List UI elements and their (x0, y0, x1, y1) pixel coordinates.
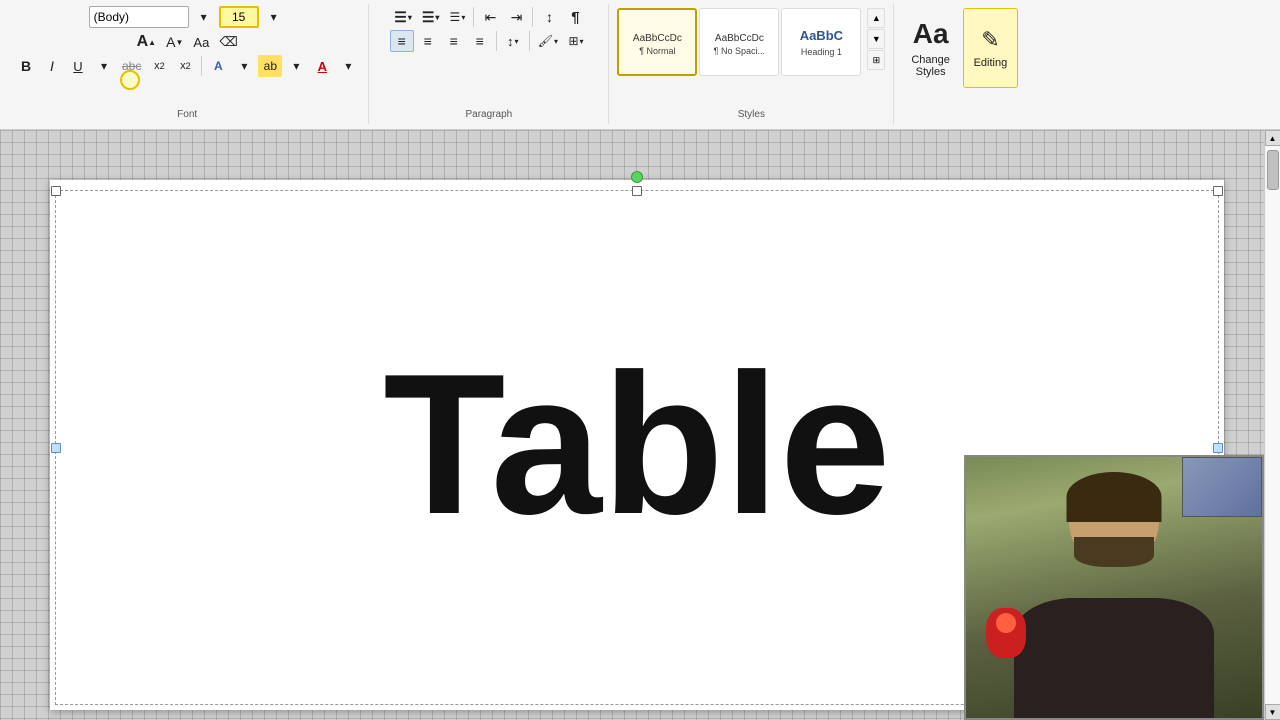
font-top-row: ▾ ▾ (89, 6, 286, 28)
clear-formatting-button[interactable]: ⌫ (215, 31, 241, 53)
elmo-face (996, 613, 1016, 633)
para-sep4 (529, 31, 530, 51)
text-effects-button[interactable]: A (206, 55, 230, 77)
font-name-input[interactable] (89, 6, 189, 28)
style-heading1-preview: AaBbC (800, 27, 843, 45)
bullets-button[interactable]: ☰▾ (390, 6, 416, 28)
font-size-input[interactable] (219, 6, 259, 28)
document-main-text: Table (383, 330, 891, 560)
para-row2: ≡ ≡ ≡ ≡ ↕▾ 🖌▾ ⊞▾ (390, 30, 588, 52)
para-sep1 (473, 7, 474, 27)
scrollbar-right[interactable]: ▲ ▼ (1264, 130, 1280, 720)
font-name-dropdown[interactable]: ▾ (192, 6, 216, 28)
font-sep (201, 56, 202, 76)
cursor-indicator (120, 70, 140, 90)
style-heading1-label: Heading 1 (801, 47, 842, 57)
font-color-button[interactable]: A (310, 55, 334, 77)
paragraph-group-label: Paragraph (369, 109, 608, 120)
text-effects-dropdown[interactable]: ▾ (232, 55, 256, 77)
editing-label: Editing (974, 57, 1008, 69)
mini-camera-thumbnail (1182, 457, 1262, 517)
scrollbar-track[interactable] (1266, 146, 1280, 704)
numbering-button[interactable]: ☰▾ (418, 6, 444, 28)
style-normal-preview: AaBbCcDc (633, 28, 682, 44)
font-group: ▾ ▾ A▲ A▼ Aa ⌫ B I U ▾ abc x2 x2 A ▾ ab … (6, 4, 369, 124)
main-area: Table (0, 130, 1280, 720)
scroll-up-button[interactable]: ▲ (1265, 130, 1280, 146)
multilevel-button[interactable]: ☰▾ (445, 6, 469, 28)
font-color-dropdown[interactable]: ▾ (336, 55, 360, 77)
shrink-font-button[interactable]: A▼ (162, 31, 187, 53)
webcam-overlay (964, 455, 1264, 720)
change-styles-label: ChangeStyles (911, 54, 950, 78)
style-items-container: AaBbCcDc ¶ Normal AaBbCcDc ¶ No Spaci...… (617, 8, 861, 76)
style-no-spacing[interactable]: AaBbCcDc ¶ No Spaci... (699, 8, 779, 76)
para-sep2 (532, 7, 533, 27)
align-right-button[interactable]: ≡ (442, 30, 466, 52)
subscript-button[interactable]: x2 (147, 55, 171, 77)
underline-button[interactable]: U (66, 55, 90, 77)
change-case-button[interactable]: Aa (189, 31, 213, 53)
styles-group-label: Styles (609, 109, 893, 120)
font-group-label: Font (6, 109, 368, 120)
paragraph-group: ☰▾ ☰▾ ☰▾ ⇤ ⇥ ↕ ¶ ≡ ≡ ≡ ≡ ↕▾ 🖌▾ ⊞▾ Paragr… (369, 4, 609, 124)
rotation-handle[interactable] (631, 171, 643, 183)
highlight-dropdown[interactable]: ▾ (284, 55, 308, 77)
scrollbar-thumb[interactable] (1267, 150, 1279, 190)
increase-indent-button[interactable]: ⇥ (504, 6, 528, 28)
styles-scroll-up[interactable]: ▲ (867, 8, 885, 28)
person-hair (1067, 472, 1162, 522)
ribbon-right-group: Aa ChangeStyles ✎ Editing (894, 4, 1026, 124)
style-no-spacing-label: ¶ No Spaci... (714, 46, 765, 56)
person-beard (1074, 537, 1154, 567)
style-normal[interactable]: AaBbCcDc ¶ Normal (617, 8, 697, 76)
handle-mid-right[interactable] (1213, 443, 1223, 453)
align-justify-button[interactable]: ≡ (468, 30, 492, 52)
styles-expand[interactable]: ⊞ (867, 50, 885, 70)
align-center-button[interactable]: ≡ (416, 30, 440, 52)
line-spacing-button[interactable]: ↕▾ (501, 30, 525, 52)
webcam-feed (966, 457, 1262, 718)
sort-button[interactable]: ↕ (537, 6, 561, 28)
shading-button[interactable]: 🖌▾ (534, 30, 562, 52)
font-format-row2: B I U ▾ abc x2 x2 A ▾ ab ▾ A ▾ (14, 55, 360, 77)
mini-cam-feed (1183, 458, 1261, 516)
style-no-spacing-preview: AaBbCcDc (715, 28, 764, 44)
align-left-button[interactable]: ≡ (390, 30, 414, 52)
highlight-button[interactable]: ab (258, 55, 282, 77)
elmo-toy (986, 608, 1026, 658)
editing-button[interactable]: ✎ Editing (963, 8, 1018, 88)
change-styles-button[interactable]: Aa ChangeStyles (902, 8, 959, 88)
pilcrow-button[interactable]: ¶ (563, 6, 587, 28)
font-format-row1: A▲ A▼ Aa ⌫ (133, 31, 242, 53)
para-sep3 (496, 31, 497, 51)
change-styles-icon: Aa (913, 18, 949, 50)
grow-font-button[interactable]: A▲ (133, 31, 160, 53)
superscript-button[interactable]: x2 (173, 55, 197, 77)
editing-icon: ✎ (981, 27, 999, 53)
handle-top-center[interactable] (632, 186, 642, 196)
person-body (1014, 598, 1214, 718)
decrease-indent-button[interactable]: ⇤ (478, 6, 502, 28)
style-heading1[interactable]: AaBbC Heading 1 (781, 8, 861, 76)
italic-button[interactable]: I (40, 55, 64, 77)
bold-button[interactable]: B (14, 55, 38, 77)
handle-top-left[interactable] (51, 186, 61, 196)
font-size-dropdown[interactable]: ▾ (262, 6, 286, 28)
handle-top-right[interactable] (1213, 186, 1223, 196)
styles-group: AaBbCcDc ¶ Normal AaBbCcDc ¶ No Spaci...… (609, 4, 894, 124)
styles-scroll-btns: ▲ ▼ ⊞ (867, 8, 885, 70)
scroll-down-button[interactable]: ▼ (1265, 704, 1280, 720)
styles-scroll-down[interactable]: ▼ (867, 29, 885, 49)
style-normal-label: ¶ Normal (639, 46, 675, 56)
underline-dropdown[interactable]: ▾ (92, 55, 116, 77)
grid-container: Table (0, 130, 1264, 720)
ribbon: ▾ ▾ A▲ A▼ Aa ⌫ B I U ▾ abc x2 x2 A ▾ ab … (0, 0, 1280, 130)
handle-mid-left[interactable] (51, 443, 61, 453)
borders-button[interactable]: ⊞▾ (564, 30, 588, 52)
para-row1: ☰▾ ☰▾ ☰▾ ⇤ ⇥ ↕ ¶ (390, 6, 587, 28)
